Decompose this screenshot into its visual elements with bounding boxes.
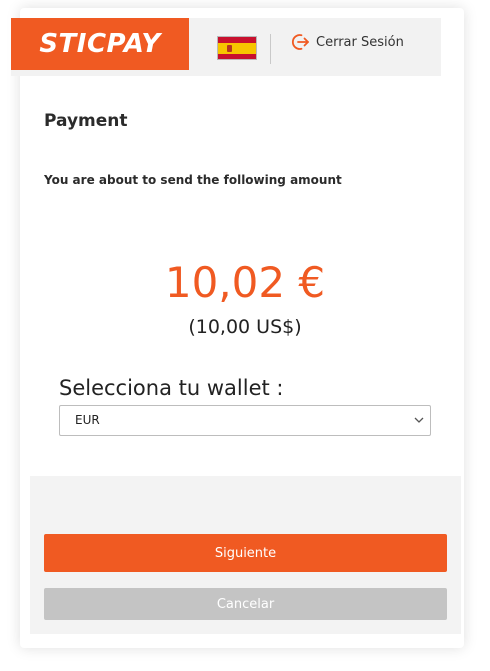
logout-arrow-icon — [291, 34, 309, 50]
header-divider — [270, 34, 271, 64]
wallet-label: Selecciona tu wallet : — [59, 376, 284, 400]
amount-usd: (10,00 US$) — [188, 316, 302, 338]
logo-text: STICPAY — [39, 29, 161, 59]
action-footer: Siguiente Cancelar — [30, 476, 461, 634]
chevron-down-icon — [414, 417, 424, 423]
page-subtitle: You are about to send the following amou… — [44, 173, 342, 187]
logout-label: Cerrar Sesión — [316, 34, 404, 50]
amount-eur: 10,02 € — [164, 258, 326, 307]
cancel-button[interactable]: Cancelar — [44, 588, 447, 620]
logout-button[interactable]: Cerrar Sesión — [290, 30, 404, 54]
wallet-select-value: EUR — [75, 413, 100, 427]
logo: STICPAY — [11, 18, 189, 70]
spain-flag-icon[interactable] — [217, 36, 257, 60]
page-title: Payment — [44, 111, 128, 131]
next-button[interactable]: Siguiente — [44, 534, 447, 572]
wallet-select[interactable]: EUR — [59, 405, 431, 436]
header: STICPAY Cerrar Sesión — [11, 18, 441, 76]
